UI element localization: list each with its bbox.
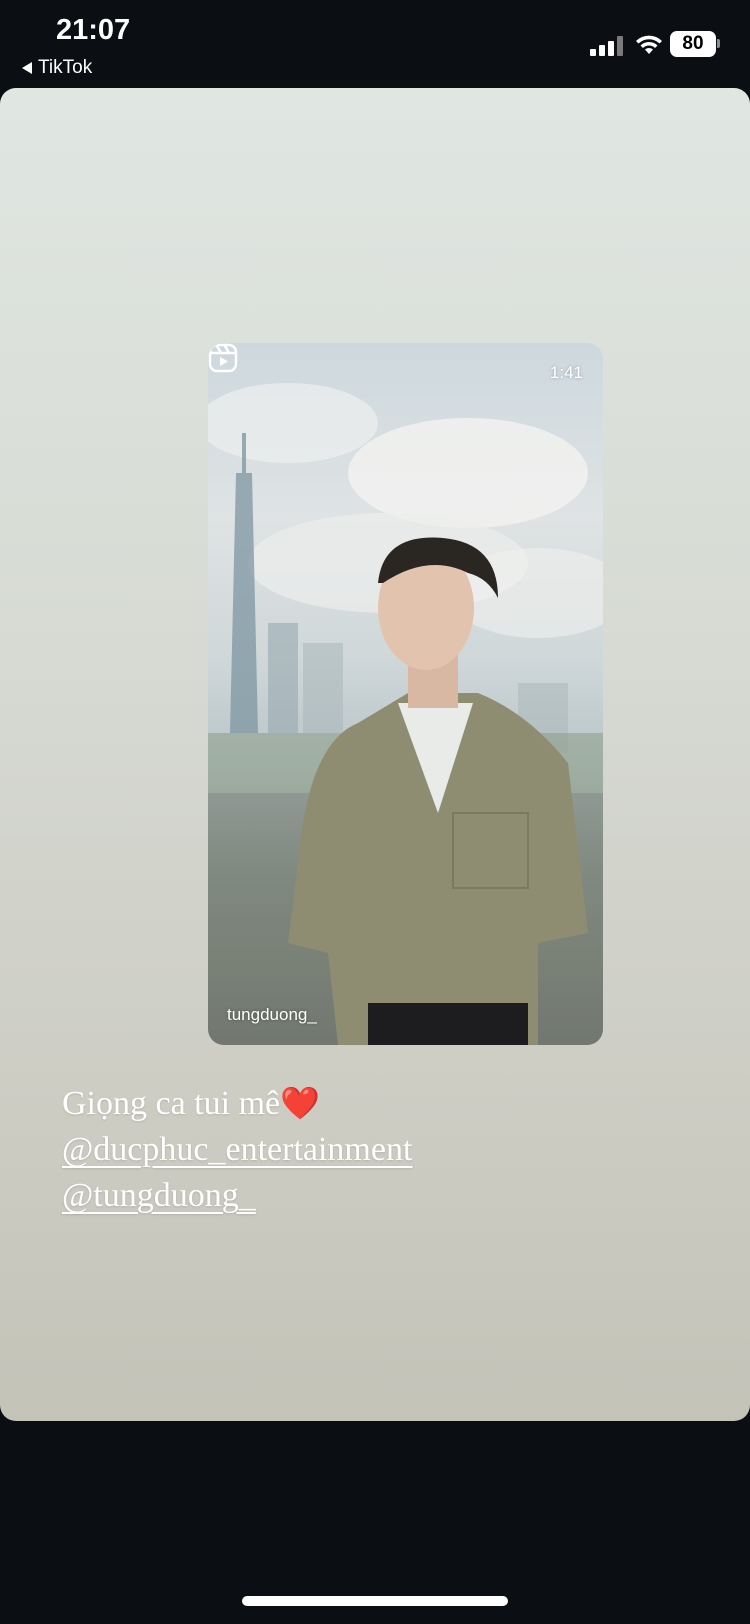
clock-time: 21:07	[56, 14, 131, 46]
cellular-signal-icon	[590, 36, 624, 56]
wifi-icon	[636, 35, 662, 54]
home-indicator[interactable]	[242, 1596, 508, 1606]
caption-text: Giọng ca tui mê	[62, 1085, 281, 1122]
mention-tungduong[interactable]: @tungduong_	[62, 1173, 412, 1219]
battery-nub	[717, 39, 720, 48]
story-card[interactable]: 1:41 tungduong_ Giọng ca tui mê❤️ @ducph…	[0, 88, 750, 1421]
caption-line-1: Giọng ca tui mê❤️	[62, 1080, 412, 1127]
story-caption: Giọng ca tui mê❤️ @ducphuc_entertainment…	[62, 1080, 412, 1219]
reel-thumbnail[interactable]: 1:41 tungduong_	[208, 343, 603, 1045]
back-to-app-link[interactable]: TikTok	[22, 57, 92, 79]
mention-ducphuc-entertainment[interactable]: @ducphuc_entertainment	[62, 1127, 412, 1173]
back-app-label: TikTok	[38, 57, 93, 78]
heart-emoji-icon: ❤️	[280, 1085, 320, 1121]
battery-indicator: 80	[670, 31, 716, 57]
reel-username[interactable]: tungduong_	[227, 1005, 317, 1025]
reels-icon	[208, 343, 238, 373]
reel-duration: 1:41	[549, 363, 583, 382]
status-bar: 21:07 TikTok 80	[0, 0, 750, 88]
reel-photo	[208, 383, 603, 1045]
back-arrow-icon	[22, 62, 32, 74]
